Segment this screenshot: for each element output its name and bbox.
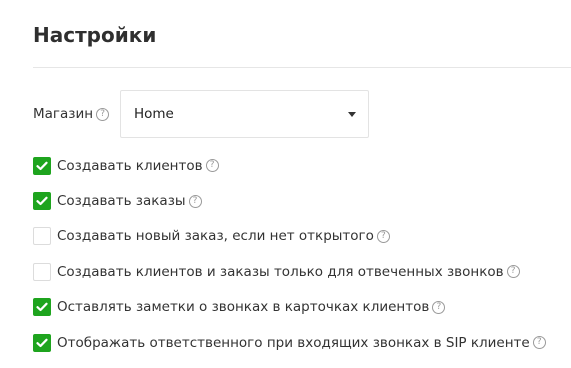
checkbox[interactable] xyxy=(33,227,51,246)
help-icon[interactable]: ? xyxy=(532,336,546,350)
option-show-responsible-sip[interactable]: Отображать ответственного при входящих з… xyxy=(33,325,546,360)
option-label: Создавать клиентов и заказы только для о… xyxy=(57,263,504,280)
store-label: Магазин xyxy=(33,106,94,122)
settings-panel: Настройки Магазин ? Home Создавать клиен… xyxy=(0,0,571,368)
option-call-notes[interactable]: Оставлять заметки о звонках в карточках … xyxy=(33,290,546,325)
help-icon[interactable]: ? xyxy=(96,107,110,121)
page-title: Настройки xyxy=(33,23,157,47)
options-list: Создавать клиентов ? Создавать заказы ? … xyxy=(33,152,546,360)
store-select[interactable]: Home xyxy=(120,90,369,138)
option-create-new-order[interactable]: Создавать новый заказ, если нет открытог… xyxy=(33,219,546,254)
check-icon xyxy=(36,196,48,206)
checkbox[interactable] xyxy=(33,262,51,281)
store-setting: Магазин ? Home xyxy=(33,90,369,138)
check-icon xyxy=(36,338,48,347)
checkbox[interactable] xyxy=(33,156,51,175)
help-icon[interactable]: ? xyxy=(376,229,390,243)
option-answered-calls-only[interactable]: Создавать клиентов и заказы только для о… xyxy=(33,254,546,289)
help-icon[interactable]: ? xyxy=(506,265,520,279)
chevron-down-icon xyxy=(348,112,356,117)
option-label: Создавать клиентов xyxy=(57,157,203,174)
option-label: Отображать ответственного при входящих з… xyxy=(57,334,530,351)
help-icon[interactable]: ? xyxy=(432,300,446,314)
option-label: Создавать заказы xyxy=(57,193,186,210)
checkbox[interactable] xyxy=(33,192,51,211)
option-create-orders[interactable]: Создавать заказы ? xyxy=(33,183,546,218)
store-select-value: Home xyxy=(134,106,174,122)
option-label: Оставлять заметки о звонках в карточках … xyxy=(57,299,430,316)
help-icon[interactable]: ? xyxy=(205,159,219,173)
option-create-clients[interactable]: Создавать клиентов ? xyxy=(33,148,546,183)
help-icon[interactable]: ? xyxy=(188,194,202,208)
checkbox[interactable] xyxy=(33,298,51,317)
check-icon xyxy=(36,302,48,312)
check-icon xyxy=(36,161,48,170)
divider xyxy=(33,67,571,68)
checkbox[interactable] xyxy=(33,333,51,352)
option-label: Создавать новый заказ, если нет открытог… xyxy=(57,228,374,245)
